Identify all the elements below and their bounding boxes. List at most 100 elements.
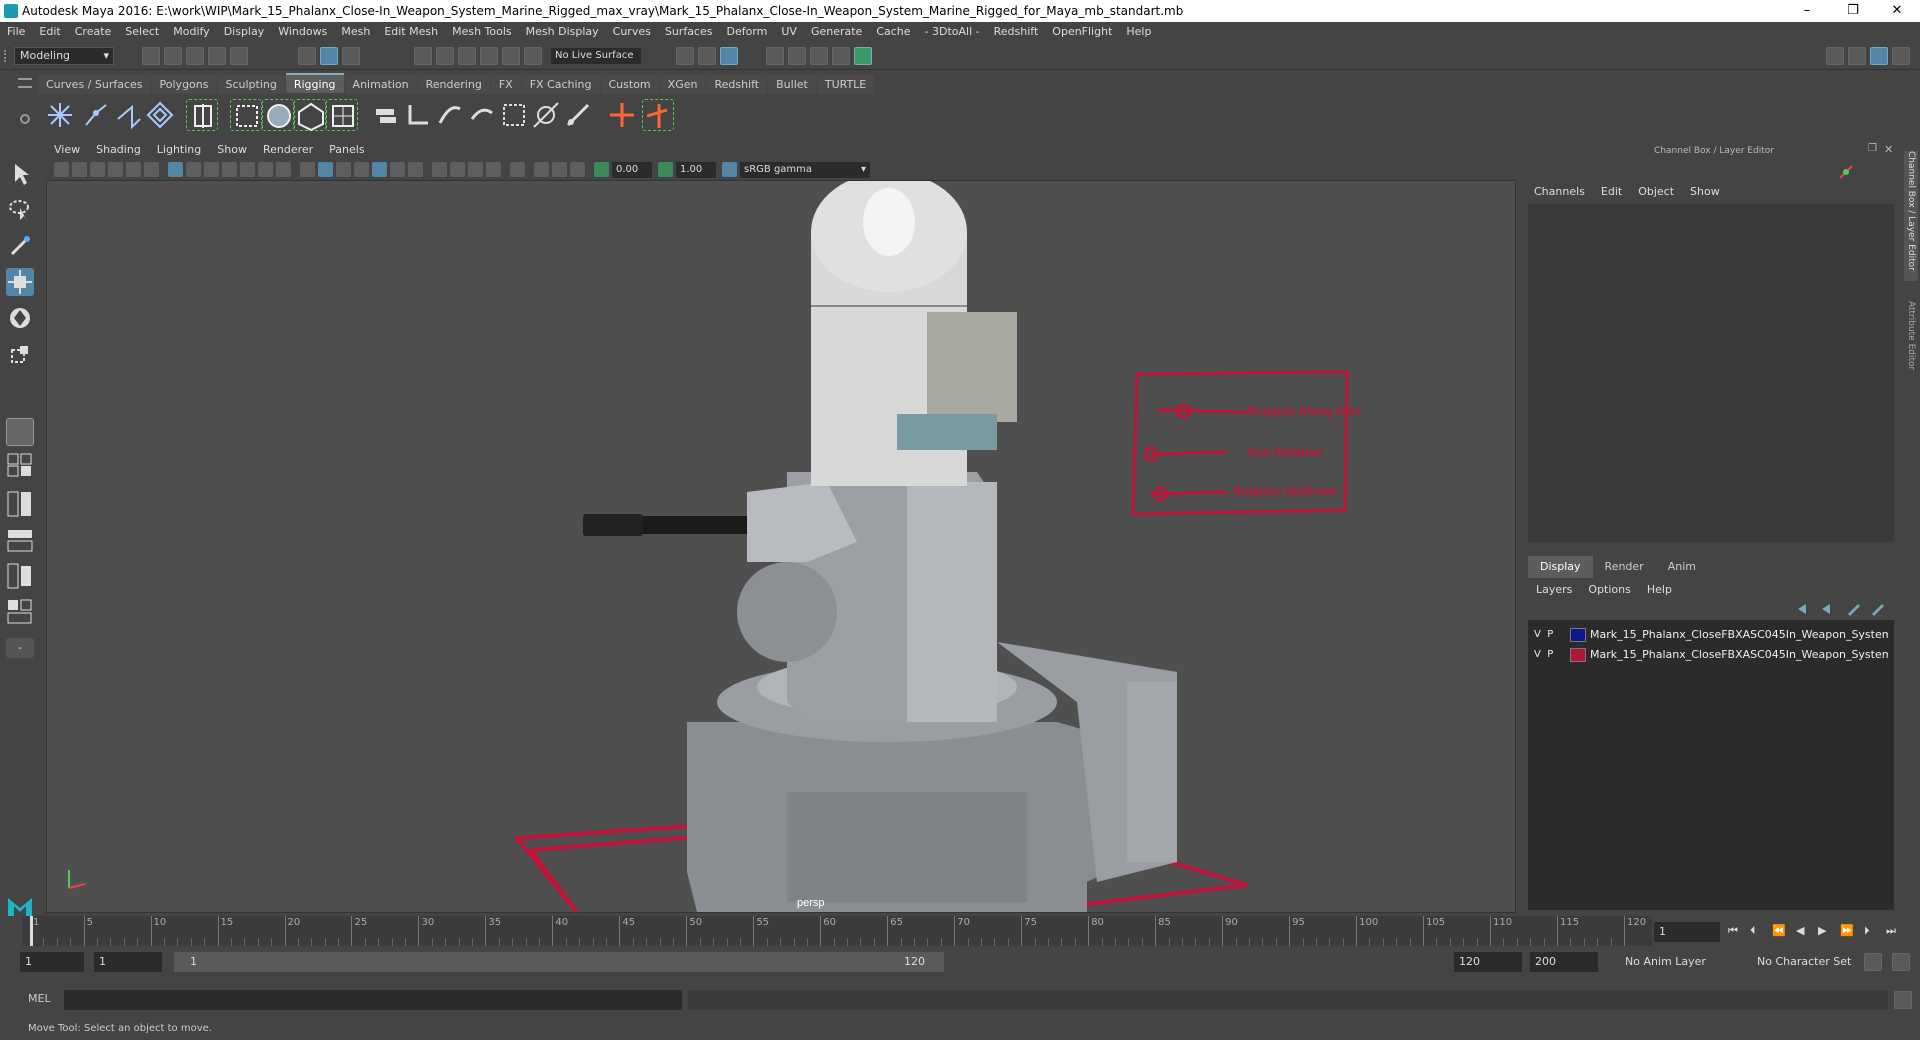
wireframe-on-shaded-icon[interactable] bbox=[354, 162, 369, 177]
gamma-field[interactable]: 1.00 bbox=[676, 162, 716, 178]
joint-tool-icon[interactable] bbox=[44, 99, 76, 131]
minimize-button[interactable]: – bbox=[1784, 0, 1830, 22]
shelf-options-icon[interactable] bbox=[20, 114, 30, 124]
animation-prefs-icon[interactable] bbox=[1892, 953, 1910, 971]
end-frame-field[interactable]: 200 bbox=[1530, 952, 1598, 972]
shelf-tab-animation[interactable]: Animation bbox=[344, 75, 417, 95]
viewport-menu-lighting[interactable]: Lighting bbox=[149, 141, 209, 159]
step-back-key-icon[interactable]: ⏪ bbox=[1772, 924, 1786, 937]
channel-box-menu-show[interactable]: Show bbox=[1682, 182, 1728, 202]
menu-curves[interactable]: Curves bbox=[606, 22, 658, 42]
redo-icon[interactable] bbox=[230, 47, 248, 65]
shelf-menu-icon[interactable] bbox=[18, 78, 32, 88]
select-hierarchy-icon[interactable] bbox=[298, 47, 316, 65]
aim-constraint-icon[interactable] bbox=[642, 99, 674, 131]
viewport-menu-view[interactable]: View bbox=[46, 141, 88, 159]
layer-row[interactable]: V P Mark_15_Phalanx_CloseFBXASC045In_Wea… bbox=[1528, 645, 1894, 665]
input-ops-icon[interactable] bbox=[676, 47, 694, 65]
2d-pan-icon[interactable] bbox=[126, 162, 141, 177]
ik-handle-icon[interactable] bbox=[80, 99, 112, 131]
viewport-menu-shading[interactable]: Shading bbox=[88, 141, 149, 159]
mel-input[interactable] bbox=[64, 990, 682, 1010]
grease-pencil-icon[interactable] bbox=[144, 162, 159, 177]
depth-of-field-icon[interactable] bbox=[486, 162, 501, 177]
persp-outliner-layout-icon[interactable] bbox=[6, 526, 34, 554]
menu-edit[interactable]: Edit bbox=[32, 22, 67, 42]
sculpt-deformer-icon[interactable] bbox=[530, 99, 562, 131]
wire-deformer-icon[interactable] bbox=[294, 99, 326, 132]
layer-menu-layers[interactable]: Layers bbox=[1528, 580, 1580, 600]
menu-3dtoall[interactable]: - 3DtoAll - bbox=[918, 22, 987, 42]
menu-uv[interactable]: UV bbox=[774, 22, 804, 42]
new-scene-icon[interactable] bbox=[142, 47, 160, 65]
exposure-field[interactable]: 0.00 bbox=[612, 162, 652, 178]
textured-icon[interactable] bbox=[372, 162, 387, 177]
use-all-lights-icon[interactable] bbox=[390, 162, 405, 177]
step-forward-key-icon[interactable]: ⏩ bbox=[1840, 924, 1854, 937]
xray-active-icon[interactable] bbox=[552, 162, 567, 177]
isolate-select-icon[interactable] bbox=[510, 162, 525, 177]
save-scene-icon[interactable] bbox=[186, 47, 204, 65]
snap-curve-icon[interactable] bbox=[436, 47, 454, 65]
gamma-icon[interactable] bbox=[658, 162, 673, 177]
select-object-icon[interactable] bbox=[320, 47, 338, 65]
menu-edit-mesh[interactable]: Edit Mesh bbox=[377, 22, 445, 42]
snap-view-plane-icon[interactable] bbox=[480, 47, 498, 65]
paint-weights-icon[interactable] bbox=[434, 99, 466, 131]
gun-rotation-slider[interactable] bbox=[1150, 450, 1228, 456]
make-live-icon[interactable] bbox=[524, 47, 542, 65]
viewport-menu-show[interactable]: Show bbox=[209, 141, 255, 159]
viewport-menu-renderer[interactable]: Renderer bbox=[255, 141, 321, 159]
layer-row[interactable]: V P Mark_15_Phalanx_CloseFBXASC045In_Wea… bbox=[1528, 625, 1894, 645]
current-frame-field[interactable]: 1 bbox=[1654, 922, 1720, 942]
open-scene-icon[interactable] bbox=[164, 47, 182, 65]
step-forward-icon[interactable]: ⏵ bbox=[1864, 924, 1870, 938]
safe-title-icon[interactable] bbox=[276, 162, 291, 177]
menu-help[interactable]: Help bbox=[1119, 22, 1158, 42]
outliner-layout-icon[interactable] bbox=[6, 598, 34, 626]
shelf-tab-fx[interactable]: FX bbox=[490, 75, 521, 95]
layout-icon[interactable] bbox=[1848, 47, 1866, 65]
render-settings-icon[interactable] bbox=[832, 47, 850, 65]
film-gate-icon[interactable] bbox=[186, 162, 201, 177]
channel-box-menu-object[interactable]: Object bbox=[1630, 182, 1682, 202]
paint-select-icon[interactable] bbox=[6, 232, 34, 260]
channel-box-panel[interactable] bbox=[1528, 204, 1894, 542]
colorspace-dropdown[interactable]: sRGB gamma ▾ bbox=[740, 162, 870, 178]
select-camera-icon[interactable] bbox=[54, 162, 69, 177]
point-constraint-icon[interactable] bbox=[606, 99, 638, 131]
grid-icon[interactable] bbox=[168, 162, 183, 177]
anti-aliasing-icon[interactable] bbox=[468, 162, 483, 177]
nonlinear-deformer-icon[interactable] bbox=[562, 99, 594, 131]
exposure-icon[interactable] bbox=[594, 162, 609, 177]
channel-box-toggle-icon[interactable] bbox=[1870, 47, 1888, 65]
wrap-icon[interactable] bbox=[498, 99, 530, 131]
shelf-tab-rigging[interactable]: Rigging bbox=[285, 73, 344, 93]
shadows-icon[interactable] bbox=[408, 162, 423, 177]
layer-tab-anim[interactable]: Anim bbox=[1655, 556, 1708, 578]
sensor-housing[interactable] bbox=[927, 312, 1017, 422]
auto-key-icon[interactable] bbox=[1864, 953, 1882, 971]
menu-set-dropdown[interactable]: Modeling ▾ bbox=[14, 47, 114, 65]
layer-menu-options[interactable]: Options bbox=[1580, 580, 1638, 600]
rotate-tool-icon[interactable] bbox=[6, 304, 34, 332]
playback-start-field[interactable]: 1 bbox=[94, 952, 162, 972]
layer-name[interactable]: Mark_15_Phalanx_CloseFBXASC045In_Weapon_… bbox=[1590, 645, 1888, 665]
layer-color-swatch[interactable] bbox=[1570, 628, 1586, 642]
channel-box-side-tab[interactable]: Channel Box / Layer Editor bbox=[1904, 151, 1918, 281]
render-view-icon[interactable] bbox=[766, 47, 784, 65]
shelf-tab-turtle[interactable]: TURTLE bbox=[816, 75, 875, 95]
menu-redshift[interactable]: Redshift bbox=[987, 22, 1046, 42]
field-chart-icon[interactable] bbox=[240, 162, 255, 177]
select-component-icon[interactable] bbox=[342, 47, 360, 65]
menu-select[interactable]: Select bbox=[118, 22, 166, 42]
updown-slider[interactable] bbox=[1150, 490, 1228, 496]
soft-mod-icon[interactable] bbox=[326, 99, 358, 131]
blend-shape-icon[interactable] bbox=[466, 99, 498, 131]
construction-history-icon[interactable] bbox=[720, 47, 738, 65]
layer-down-icon[interactable] bbox=[1820, 602, 1836, 616]
attribute-editor-side-tab[interactable]: Attribute Editor bbox=[1904, 301, 1918, 401]
image-plane-icon[interactable] bbox=[108, 162, 123, 177]
layer-visibility[interactable]: V P bbox=[1534, 625, 1553, 645]
detach-skin-icon[interactable] bbox=[402, 99, 434, 131]
